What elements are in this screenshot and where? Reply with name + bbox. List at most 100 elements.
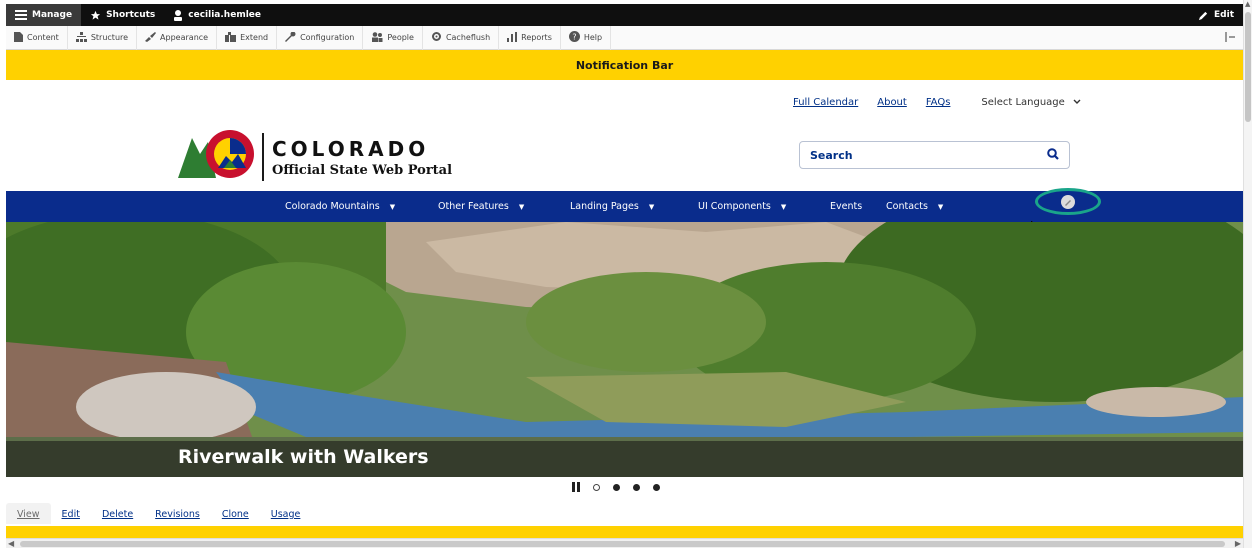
nav-item-colorado-mountains[interactable]: Colorado Mountains ▼: [285, 191, 395, 222]
nav-label: Landing Pages: [570, 201, 639, 212]
tray-item-help[interactable]: ? Help: [561, 25, 612, 50]
tray-label-people: People: [387, 33, 414, 42]
notification-text: Notification Bar: [575, 58, 674, 72]
bar-chart-icon: [507, 31, 518, 44]
logo-subtitle: Official State Web Portal: [272, 162, 453, 178]
document-icon: [14, 31, 23, 44]
question-icon: ?: [568, 31, 580, 44]
tab-clone[interactable]: Clone: [211, 509, 260, 524]
carousel-dot[interactable]: [653, 483, 660, 491]
brush-icon: [145, 31, 157, 44]
notification-bar: Notification Bar: [6, 50, 1243, 80]
site-logo[interactable]: COLORADO Official State Web Portal: [178, 128, 452, 186]
carousel-dot[interactable]: [593, 483, 600, 491]
caret-down-icon: ▼: [937, 202, 944, 211]
tray-item-people[interactable]: People: [363, 25, 423, 50]
tray-item-appearance[interactable]: Appearance: [137, 25, 218, 50]
tab-revisions[interactable]: Revisions: [144, 509, 211, 524]
hero-image: [6, 222, 1243, 477]
tray-item-cacheflush[interactable]: Cacheflush: [423, 25, 500, 50]
nav-item-landing-pages[interactable]: Landing Pages ▼: [570, 191, 654, 222]
tray-label-help: Help: [583, 33, 603, 42]
tray-item-structure[interactable]: Structure: [68, 25, 138, 50]
tab-usage[interactable]: Usage: [260, 509, 312, 524]
horizontal-scrollbar[interactable]: ◀ ▶: [6, 538, 1243, 548]
nav-label: Colorado Mountains: [285, 201, 380, 212]
nav-item-contacts[interactable]: Contacts ▼: [886, 191, 943, 222]
cog-icon: [431, 31, 442, 44]
tab-view[interactable]: View: [6, 503, 51, 524]
scroll-right-icon[interactable]: ▶: [1235, 539, 1241, 548]
user-icon: [173, 9, 183, 21]
pause-icon[interactable]: [572, 482, 580, 492]
tray-item-content[interactable]: Content: [6, 25, 68, 50]
star-icon: [90, 10, 101, 21]
alert-banner: [6, 526, 1243, 538]
chevron-down-icon: [1073, 97, 1081, 108]
colorado-logo-icon: [178, 128, 254, 186]
local-tasks: View Edit Delete Revisions Clone Usage: [6, 502, 1243, 524]
shortcuts-label: Shortcuts: [106, 10, 156, 20]
caret-down-icon: ▼: [518, 202, 525, 211]
logo-title: COLORADO: [272, 136, 430, 161]
hamburger-icon: [15, 10, 27, 20]
sitemap-icon: [75, 31, 87, 44]
tray-orientation-toggle[interactable]: [1217, 26, 1243, 50]
orientation-icon: [1225, 31, 1235, 44]
page: Manage Shortcuts cecilia.hemlee Edit Con…: [0, 0, 1252, 548]
tab-edit[interactable]: Edit: [51, 509, 91, 524]
vertical-scrollbar[interactable]: ▲: [1243, 0, 1252, 548]
search-icon[interactable]: [1047, 147, 1059, 163]
people-icon: [371, 31, 383, 44]
puzzle-icon: [225, 31, 237, 44]
tray-label-configuration: Configuration: [300, 33, 355, 42]
caret-down-icon: ▼: [648, 202, 655, 211]
contrast-toggle-icon[interactable]: [1061, 195, 1075, 209]
carousel-dot[interactable]: [613, 483, 620, 491]
tray-item-configuration[interactable]: Configuration: [277, 25, 364, 50]
nav-item-ui-components[interactable]: UI Components ▼: [698, 191, 786, 222]
edit-mode-button[interactable]: Edit: [1189, 4, 1243, 26]
nav-label: Contacts: [886, 201, 928, 212]
admin-toolbar: Manage Shortcuts cecilia.hemlee Edit: [6, 4, 1243, 26]
wrench-icon: [285, 31, 296, 44]
user-label: cecilia.hemlee: [188, 10, 261, 20]
manage-button[interactable]: Manage: [6, 4, 82, 26]
shortcuts-button[interactable]: Shortcuts: [81, 4, 164, 26]
about-link[interactable]: About: [877, 97, 907, 108]
tab-delete[interactable]: Delete: [91, 509, 144, 524]
tray-label-reports: Reports: [521, 33, 552, 42]
scroll-left-icon[interactable]: ◀: [8, 539, 14, 548]
vertical-scroll-thumb[interactable]: [1245, 12, 1251, 122]
language-select[interactable]: Select Language: [981, 97, 1081, 108]
svg-text:?: ?: [572, 33, 576, 42]
faqs-link[interactable]: FAQs: [926, 97, 951, 108]
tray-label-appearance: Appearance: [160, 33, 209, 42]
tray-label-content: Content: [27, 33, 59, 42]
caret-down-icon: ▼: [780, 202, 787, 211]
search-label: Search: [810, 148, 853, 162]
tray-label-cacheflush: Cacheflush: [445, 33, 491, 42]
manage-label: Manage: [32, 10, 73, 20]
nav-item-other-features[interactable]: Other Features ▼: [438, 191, 524, 222]
nav-label: Other Features: [438, 201, 509, 212]
hero-caption: Riverwalk with Walkers: [178, 446, 429, 468]
logo-text: COLORADO Official State Web Portal: [272, 137, 452, 178]
language-label: Select Language: [981, 97, 1065, 108]
caret-down-icon: ▼: [389, 202, 396, 211]
tray-item-reports[interactable]: Reports: [499, 25, 561, 50]
user-button[interactable]: cecilia.hemlee: [164, 4, 270, 26]
horizontal-scroll-thumb[interactable]: [20, 541, 1225, 547]
carousel-controls: [572, 482, 660, 492]
carousel-dot[interactable]: [633, 483, 640, 491]
search-input[interactable]: Search: [799, 141, 1070, 169]
nav-item-events[interactable]: Events: [830, 191, 862, 222]
tray-label-structure: Structure: [90, 33, 129, 42]
hero-carousel[interactable]: Riverwalk with Walkers: [6, 222, 1243, 477]
tray-label-extend: Extend: [240, 33, 269, 42]
nav-label: UI Components: [698, 201, 771, 212]
scroll-up-icon[interactable]: ▲: [1245, 0, 1250, 8]
full-calendar-link[interactable]: Full Calendar: [793, 97, 858, 108]
utility-links: Full Calendar About FAQs Select Language: [793, 97, 1081, 108]
tray-item-extend[interactable]: Extend: [217, 25, 278, 50]
